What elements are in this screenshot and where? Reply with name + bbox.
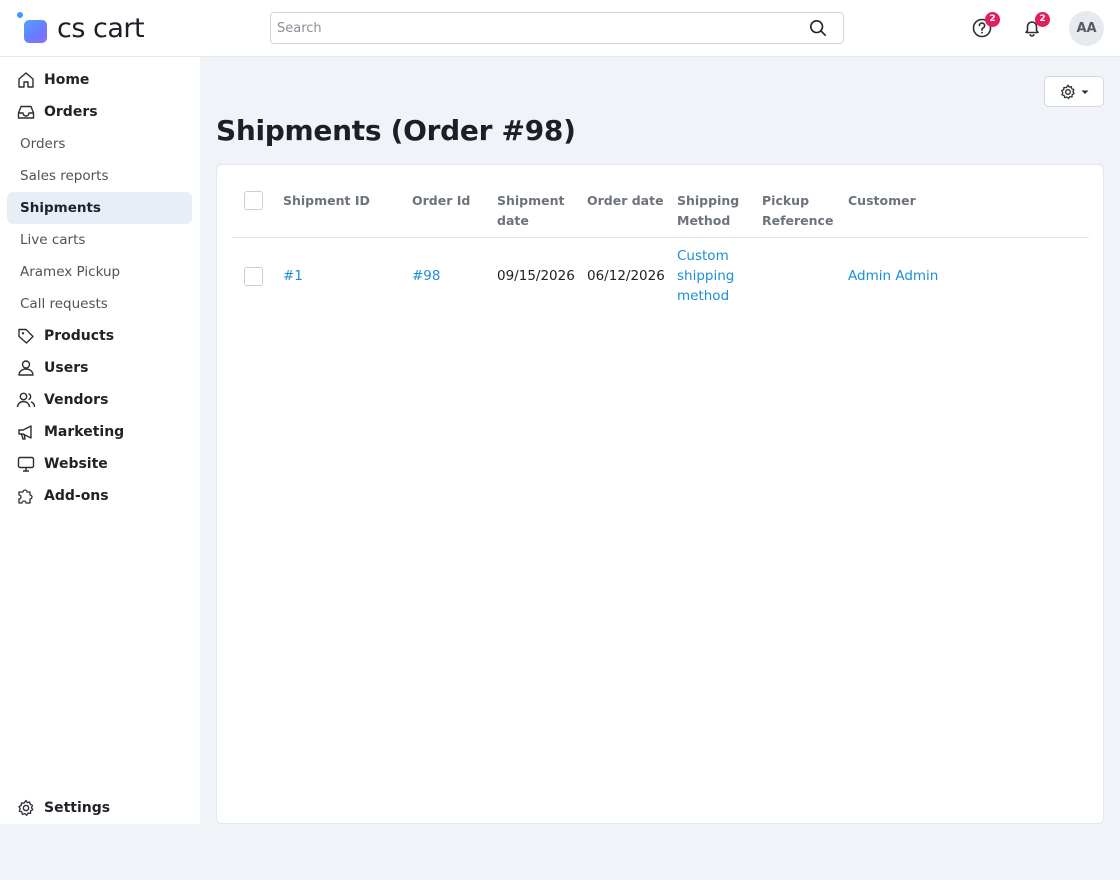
inbox-icon [17, 105, 35, 119]
column-header-order-id[interactable]: Order Id [412, 191, 492, 211]
row-checkbox[interactable] [244, 267, 263, 286]
sidebar-item-label: Orders [44, 104, 98, 120]
sidebar: Home Orders Orders Sales reports Shipmen… [0, 57, 200, 824]
home-icon [18, 72, 34, 88]
cell-order-id: #98 [412, 266, 441, 286]
sidebar-item-label: Live carts [20, 232, 86, 248]
help-button[interactable]: 2 [971, 12, 1000, 39]
column-header-pickup-reference[interactable]: Pickup Reference [762, 191, 840, 231]
cell-order-date: 06/12/2026 [587, 268, 665, 284]
sidebar-item-label: Marketing [44, 424, 125, 440]
column-header-shipping-method[interactable]: Shipping Method [677, 191, 752, 231]
help-badge: 2 [985, 12, 1000, 27]
sidebar-subitem-call-requests[interactable]: Call requests [7, 288, 192, 320]
logo-text: cs cart [57, 13, 145, 44]
sidebar-item-label: Orders [20, 136, 66, 152]
sidebar-item-label: Aramex Pickup [20, 264, 121, 280]
cell-shipment-date: 09/15/2026 [497, 268, 575, 284]
settings-dropdown-button[interactable] [1044, 76, 1104, 107]
tag-icon [18, 328, 34, 344]
sidebar-item-label: Shipments [20, 200, 101, 216]
sidebar-item-label: Settings [44, 800, 111, 816]
cell-shipping-method: Custom shipping method [677, 246, 747, 306]
sidebar-subitem-aramex-pickup[interactable]: Aramex Pickup [7, 256, 192, 288]
select-all-checkbox[interactable] [244, 191, 263, 210]
gear-icon [1060, 84, 1075, 99]
avatar[interactable]: AA [1069, 11, 1104, 46]
user-icon [18, 360, 34, 376]
cell-shipment-id: #1 [283, 266, 303, 286]
column-header-shipment-date[interactable]: Shipment date [497, 191, 577, 231]
logo-mark-icon [17, 12, 51, 46]
sidebar-item-label: Users [44, 360, 89, 376]
search-box [270, 12, 844, 44]
shipment-id-link[interactable]: #1 [283, 268, 303, 284]
sidebar-subitem-live-carts[interactable]: Live carts [7, 224, 192, 256]
page-title: Shipments (Order #98) [216, 114, 576, 147]
search-icon[interactable] [809, 19, 827, 37]
sidebar-item-label: Sales reports [20, 168, 109, 184]
sidebar-item-add-ons[interactable]: Add-ons [7, 480, 192, 512]
sidebar-item-settings[interactable]: Settings [7, 792, 192, 824]
search-input[interactable] [271, 13, 801, 43]
users-icon [16, 392, 36, 408]
column-header-order-date[interactable]: Order date [587, 191, 672, 211]
notifications-badge: 2 [1035, 12, 1050, 27]
sidebar-item-vendors[interactable]: Vendors [7, 384, 192, 416]
sidebar-item-label: Call requests [20, 296, 108, 312]
sidebar-item-label: Products [44, 328, 115, 344]
gear-icon [18, 799, 34, 816]
sidebar-subitem-sales-reports[interactable]: Sales reports [7, 160, 192, 192]
sidebar-subitem-orders[interactable]: Orders [7, 128, 192, 160]
column-header-customer[interactable]: Customer [848, 191, 948, 211]
megaphone-icon [18, 425, 32, 440]
cell-customer: Admin Admin [848, 266, 938, 286]
sidebar-item-label: Add-ons [44, 488, 109, 504]
shipments-table: Shipment ID Order Id Shipment date Order… [216, 164, 1104, 824]
sidebar-item-website[interactable]: Website [7, 448, 192, 480]
caret-down-icon [1081, 90, 1088, 94]
column-header-shipment-id[interactable]: Shipment ID [283, 191, 403, 211]
logo[interactable]: cs cart [17, 12, 145, 46]
sidebar-subitem-shipments[interactable]: Shipments [7, 192, 192, 224]
sidebar-item-products[interactable]: Products [7, 320, 192, 352]
header-divider [232, 237, 1089, 238]
top-bar: cs cart 2 2 AA [0, 0, 1120, 57]
page-footer-area [0, 824, 1120, 880]
sidebar-item-label: Website [44, 456, 108, 472]
sidebar-item-orders[interactable]: Orders [7, 96, 192, 128]
order-id-link[interactable]: #98 [412, 268, 441, 284]
customer-link[interactable]: Admin Admin [848, 268, 938, 284]
sidebar-item-label: Vendors [44, 392, 109, 408]
notifications-button[interactable]: 2 [1021, 12, 1050, 39]
monitor-icon [17, 456, 35, 472]
sidebar-item-users[interactable]: Users [7, 352, 192, 384]
sidebar-item-label: Home [44, 72, 90, 88]
sidebar-item-home[interactable]: Home [7, 64, 192, 96]
sidebar-item-marketing[interactable]: Marketing [7, 416, 192, 448]
puzzle-icon [18, 489, 33, 504]
shipping-method-link[interactable]: Custom shipping method [677, 248, 734, 304]
